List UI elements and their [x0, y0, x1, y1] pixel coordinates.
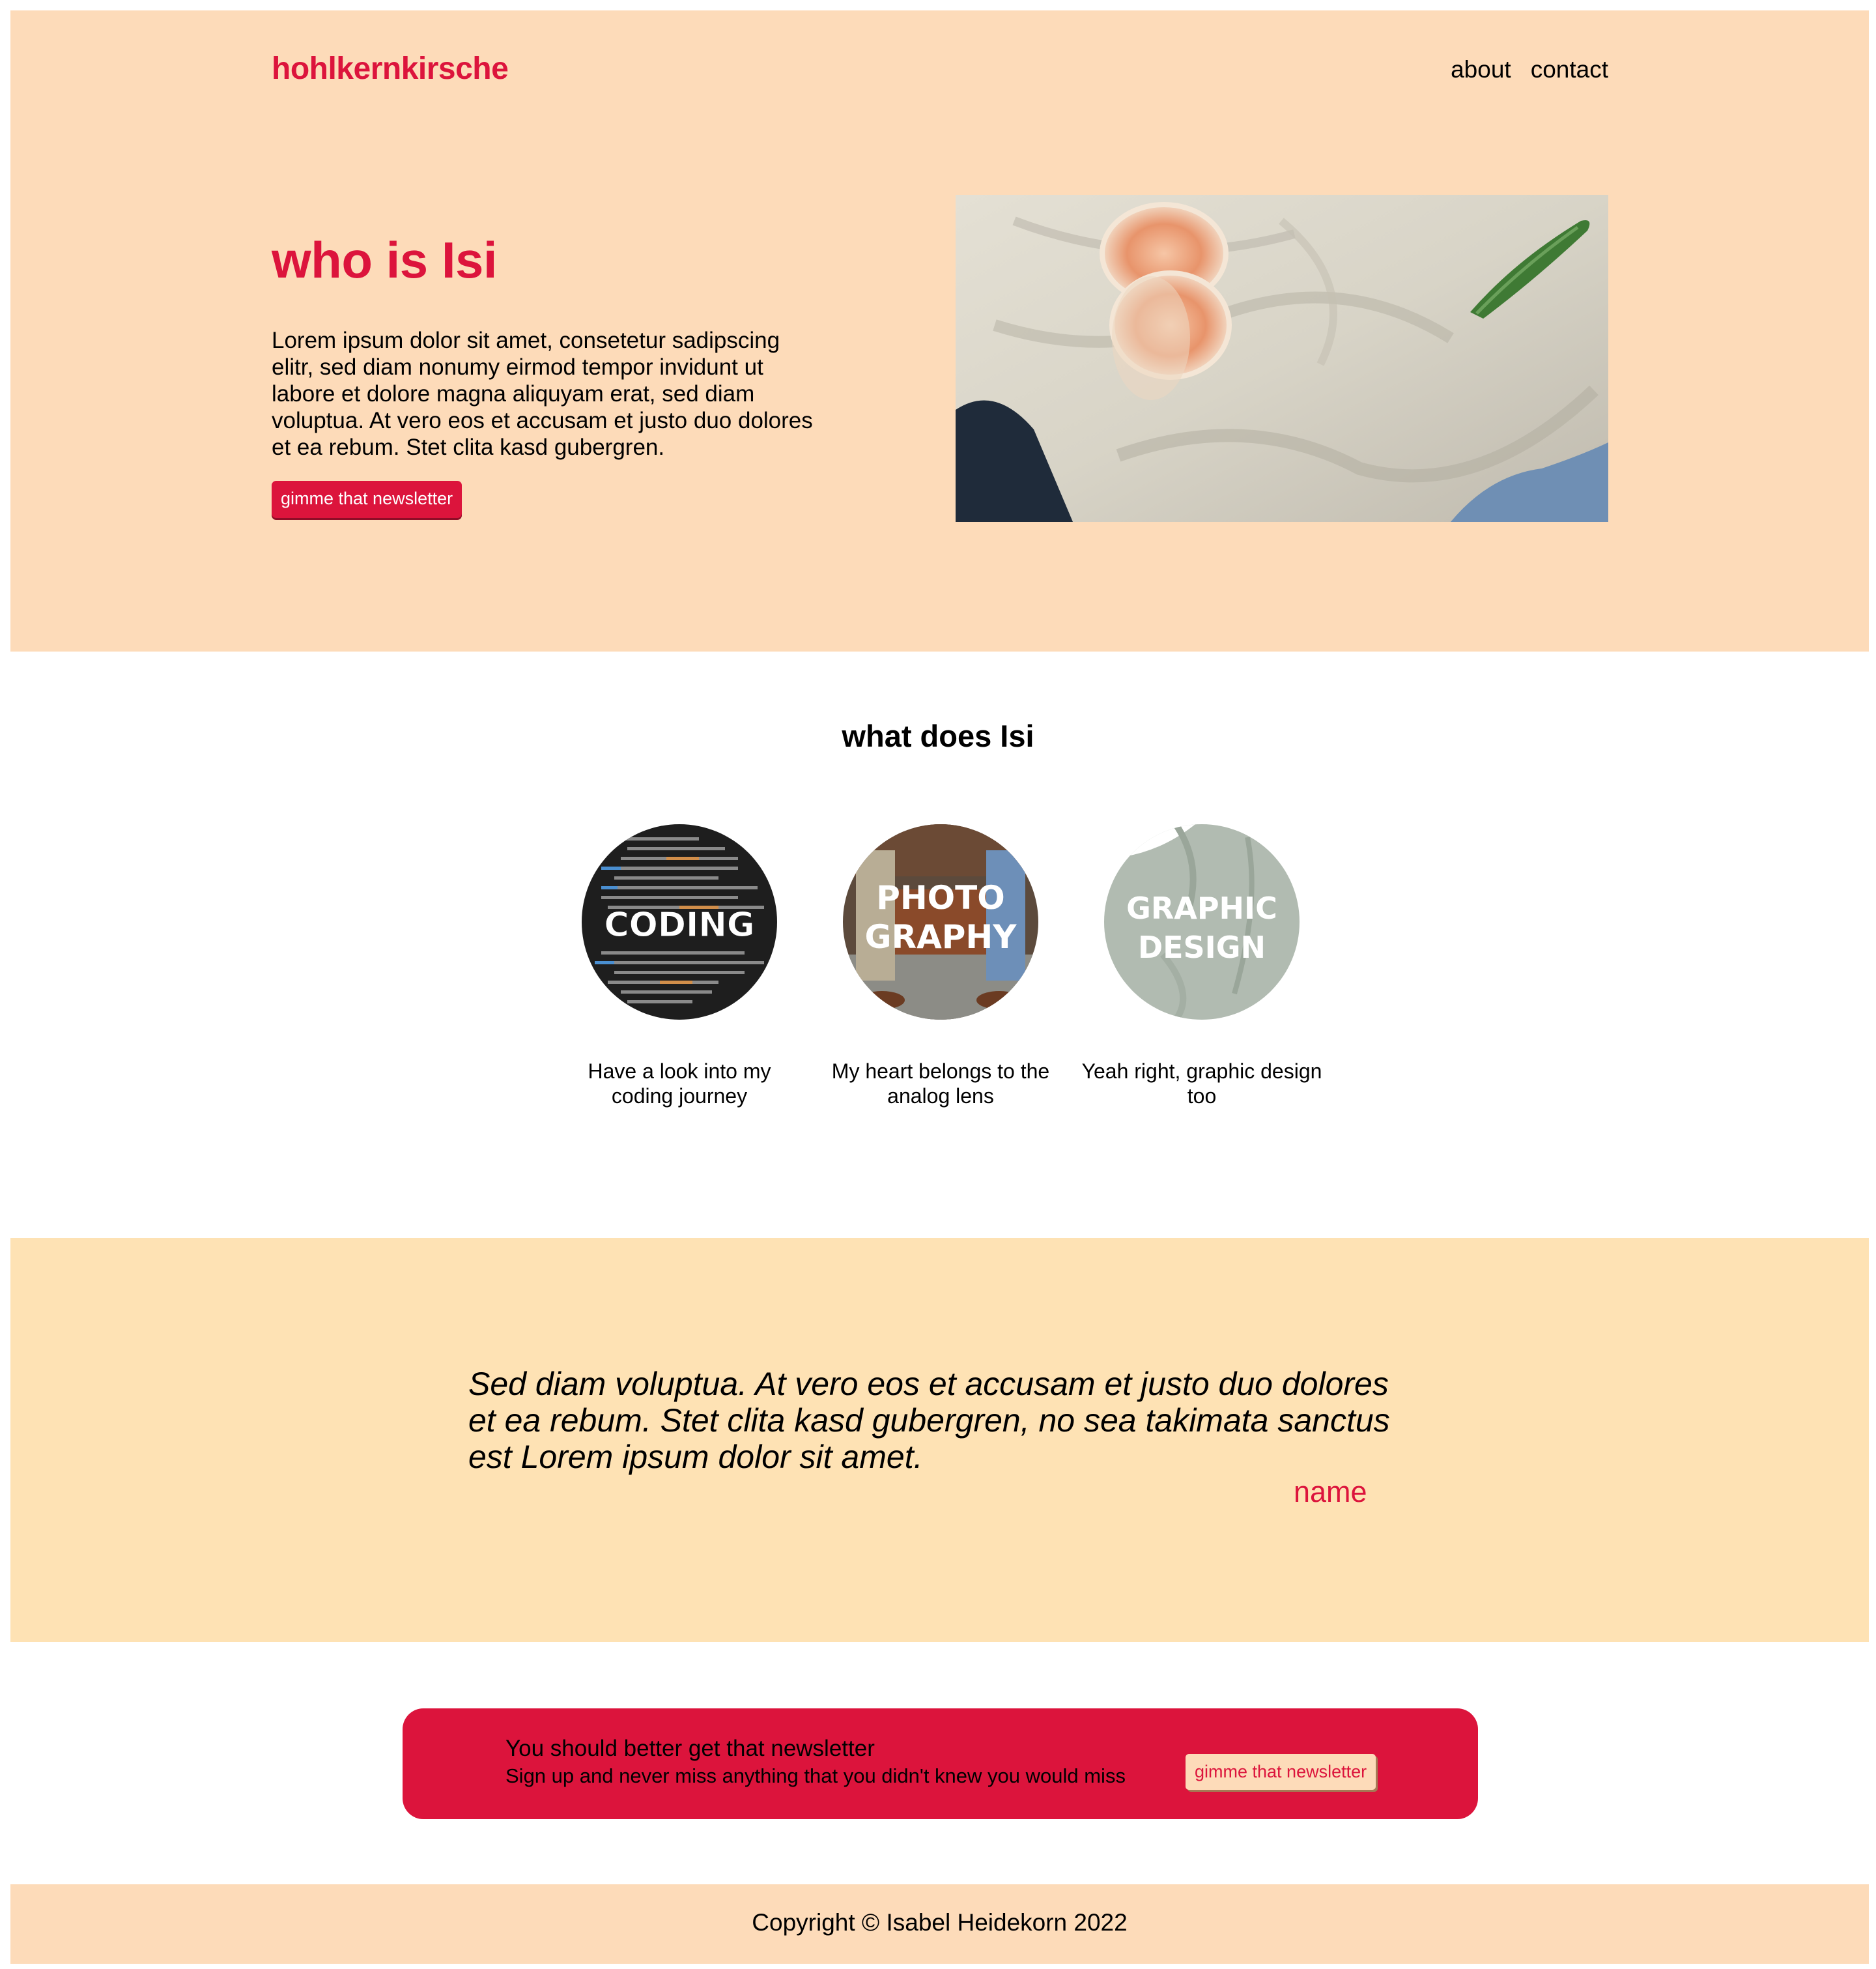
- hero-section: hohlkernkirsche about contact who is Isi…: [10, 10, 1869, 652]
- svg-text:CODING: CODING: [604, 906, 754, 945]
- site-logo[interactable]: hohlkernkirsche: [272, 51, 509, 87]
- service-caption-graphic-design: Yeah right, graphic design too: [1081, 1059, 1322, 1108]
- coding-image: CODING: [582, 824, 777, 1020]
- svg-text:DESIGN: DESIGN: [1138, 930, 1266, 965]
- service-caption-photography: My heart belongs to the analog lens: [831, 1059, 1050, 1108]
- quote-author: name: [1294, 1475, 1367, 1508]
- main-nav: about contact: [1451, 56, 1608, 83]
- quote-text: Sed diam voluptua. At vero eos et accusa…: [468, 1366, 1390, 1475]
- service-card-coding[interactable]: CODING Have a look into my coding journe…: [582, 824, 777, 1108]
- newsletter-signup-button[interactable]: gimme that newsletter: [1186, 1754, 1376, 1790]
- nav-link-about[interactable]: about: [1451, 56, 1511, 83]
- photography-image: PHOTO GRAPHY: [843, 824, 1038, 1020]
- services-title: what does Isi: [842, 719, 1034, 753]
- graphic-design-image: GRAPHIC DESIGN: [1104, 824, 1300, 1020]
- hero-text: Lorem ipsum dolor sit amet, consetetur s…: [272, 328, 813, 460]
- svg-text:PHOTO: PHOTO: [876, 879, 1005, 917]
- newsletter-title: You should better get that newsletter: [505, 1736, 875, 1761]
- hero-image: [956, 195, 1608, 522]
- footer: Copyright © Isabel Heidekorn 2022: [10, 1884, 1869, 1964]
- service-card-photography[interactable]: PHOTO GRAPHY My heart belongs to the ana…: [832, 824, 1049, 1108]
- service-card-graphic-design[interactable]: GRAPHIC DESIGN Yeah right, graphic desig…: [1082, 824, 1322, 1108]
- copyright-text: Copyright © Isabel Heidekorn 2022: [752, 1909, 1128, 1936]
- newsletter-subtitle: Sign up and never miss anything that you…: [505, 1764, 1126, 1787]
- service-caption-coding: Have a look into my coding journey: [588, 1059, 771, 1108]
- newsletter-banner: You should better get that newsletter Si…: [403, 1708, 1478, 1819]
- hero-newsletter-button[interactable]: gimme that newsletter: [272, 481, 462, 518]
- hero-title: who is Isi: [272, 231, 498, 289]
- quote-section: Sed diam voluptua. At vero eos et accusa…: [10, 1238, 1869, 1642]
- svg-text:GRAPHY: GRAPHY: [865, 918, 1017, 956]
- svg-text:GRAPHIC: GRAPHIC: [1126, 891, 1277, 926]
- nav-link-contact[interactable]: contact: [1531, 56, 1608, 83]
